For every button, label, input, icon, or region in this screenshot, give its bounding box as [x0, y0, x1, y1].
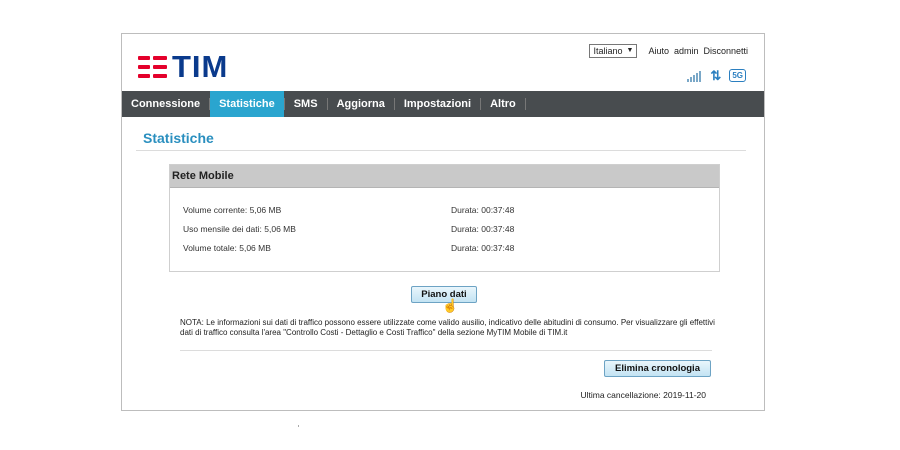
last-cleared-text: Ultima cancellazione: 2019-11-20: [580, 390, 706, 400]
nav-divider: [524, 98, 526, 110]
clear-history-button[interactable]: Elimina cronologia: [604, 360, 711, 377]
stat-row: Uso mensile dei dati: 5,06 MB Durata: 00…: [183, 224, 703, 234]
tab-statistiche[interactable]: Statistiche: [210, 91, 284, 117]
tim-logo-mark: [138, 54, 168, 80]
stat-duration: Durata: 00:37:48: [451, 243, 515, 253]
router-admin-window: TIM Italiano ▼ Aiuto admin Disconnetti ⇅…: [121, 33, 765, 411]
main-nav: Connessione Statistiche SMS Aggiorna Imp…: [122, 91, 764, 117]
panel-title: Rete Mobile: [170, 165, 719, 188]
tab-aggiorna[interactable]: Aggiorna: [328, 91, 394, 117]
signal-icon: [687, 70, 702, 82]
title-divider: [136, 150, 746, 151]
network-5g-icon: 5G: [729, 69, 746, 82]
logo-text: TIM: [172, 49, 229, 84]
stat-label: Volume corrente: 5,06 MB: [183, 205, 282, 215]
language-select[interactable]: Italiano ▼: [589, 44, 638, 58]
stat-row: Volume totale: 5,06 MB Durata: 00:37:48: [183, 243, 703, 253]
tab-sms[interactable]: SMS: [285, 91, 327, 117]
stat-label: Volume totale: 5,06 MB: [183, 243, 271, 253]
tab-altro[interactable]: Altro: [481, 91, 525, 117]
page-title: Statistiche: [143, 130, 214, 146]
tab-impostazioni[interactable]: Impostazioni: [395, 91, 480, 117]
section-divider: [180, 350, 712, 351]
traffic-note: NOTA: Le informazioni sui dati di traffi…: [180, 318, 715, 337]
language-value: Italiano: [593, 46, 623, 56]
logout-link[interactable]: Disconnetti: [703, 46, 748, 56]
stat-duration: Durata: 00:37:48: [451, 224, 515, 234]
stat-row: Volume corrente: 5,06 MB Durata: 00:37:4…: [183, 205, 703, 215]
stat-duration: Durata: 00:37:48: [451, 205, 515, 215]
tim-logo: TIM: [138, 49, 229, 84]
hand-cursor-icon: ☝: [442, 298, 459, 313]
help-link[interactable]: Aiuto: [648, 46, 669, 56]
chevron-down-icon: ▼: [626, 47, 634, 54]
stat-label: Uso mensile dei dati: 5,06 MB: [183, 224, 296, 234]
user-link[interactable]: admin: [674, 46, 699, 56]
tab-connessione[interactable]: Connessione: [122, 91, 209, 117]
top-links: Italiano ▼ Aiuto admin Disconnetti: [589, 44, 748, 58]
status-icons: ⇅ 5G: [687, 68, 746, 82]
data-transfer-icon: ⇅: [710, 68, 722, 83]
stray-mark: [298, 425, 299, 427]
mobile-network-panel: Rete Mobile Volume corrente: 5,06 MB Dur…: [169, 164, 720, 272]
